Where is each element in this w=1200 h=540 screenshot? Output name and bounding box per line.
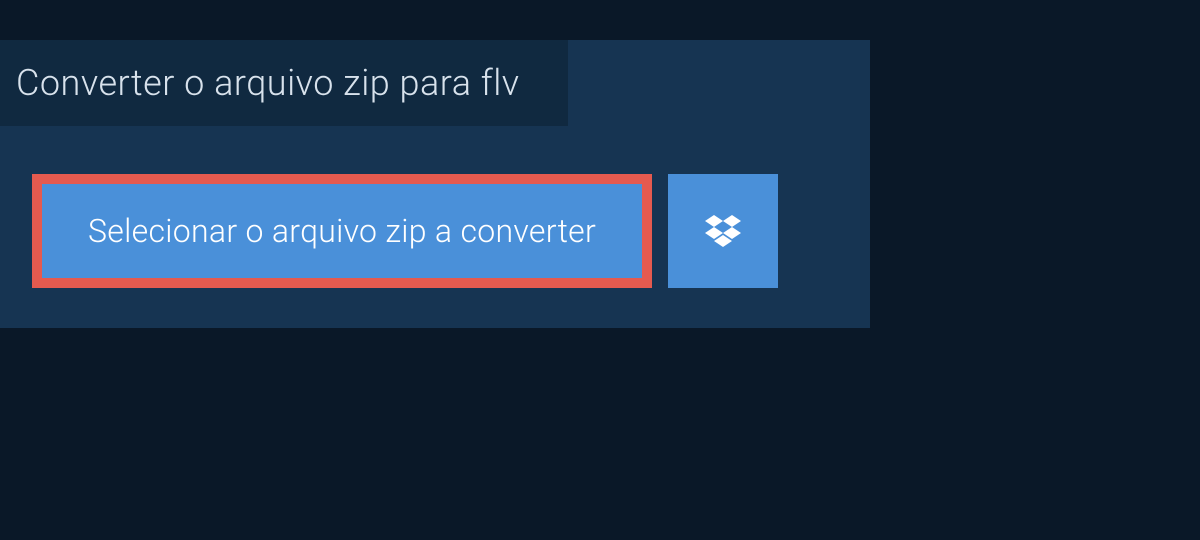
dropbox-icon	[705, 215, 741, 247]
title-bar: Converter o arquivo zip para flv	[0, 40, 568, 126]
action-row: Selecionar o arquivo zip a converter	[32, 174, 870, 288]
dropbox-button[interactable]	[668, 174, 778, 288]
select-file-button[interactable]: Selecionar o arquivo zip a converter	[32, 174, 652, 288]
page-title: Converter o arquivo zip para flv	[16, 62, 520, 104]
converter-panel: Converter o arquivo zip para flv Selecio…	[0, 40, 870, 328]
select-file-label: Selecionar o arquivo zip a converter	[88, 212, 596, 250]
